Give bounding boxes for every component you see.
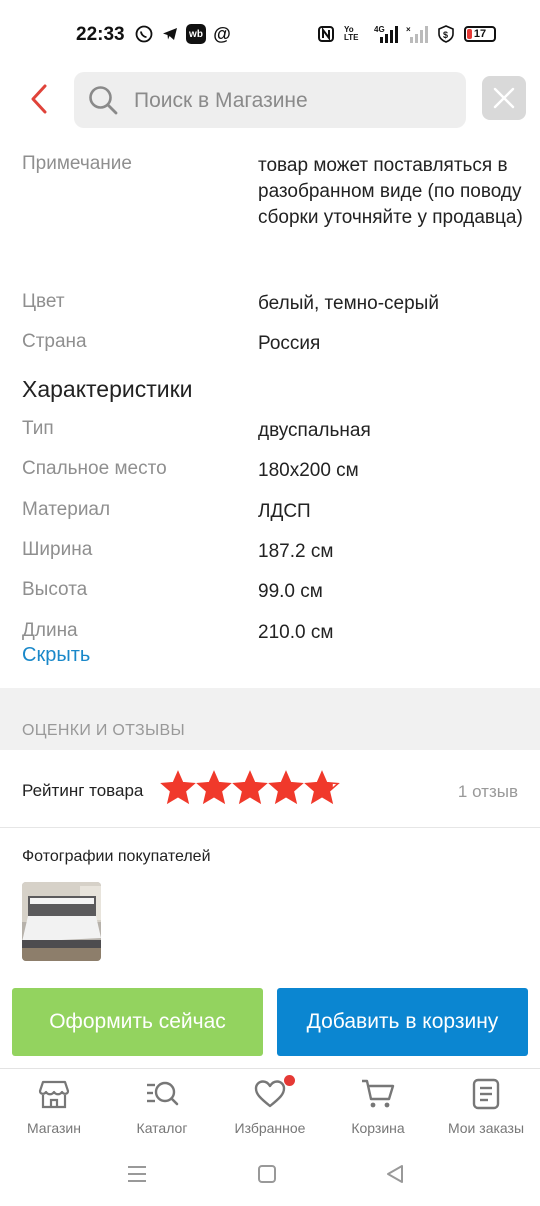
spec-label: Спальное место [22,458,167,479]
telegram-icon [160,24,180,44]
spec-label: Цвет [22,291,65,312]
signal-4g-icon: 4G [374,24,398,44]
spec-label: Высота [22,579,88,600]
shield-icon: $ [436,24,456,44]
svg-text:$: $ [443,30,448,40]
spec-label: Тип [22,418,54,439]
back-button[interactable] [24,82,54,116]
notification-icons: wb @ [134,24,232,44]
spec-row-note: Примечание товар может поставляться в ра… [22,153,523,263]
heart-icon [253,1075,295,1111]
battery-icon: 17 [464,26,496,42]
spec-row-country: Страна Россия [22,331,522,361]
characteristics-title: Характеристики [22,376,193,402]
spec-row-color: Цвет белый, темно-серый [22,291,522,321]
home-button[interactable] [252,1162,282,1186]
bottom-navigation: Магазин Каталог Избранное Корзина Мои за… [0,1068,540,1152]
spec-label: Длина [22,620,78,641]
star-icon [304,770,340,805]
spec-value: 187.2 см [258,541,334,562]
battery-level: 17 [473,28,487,40]
back-system-button[interactable] [380,1162,410,1186]
square-icon [258,1165,276,1183]
store-icon [37,1077,71,1111]
volte-icon: Yo LTE [344,25,359,42]
star-icon [196,770,232,805]
menu-lines-icon [128,1166,146,1182]
spec-value: белый, темно-серый [258,293,439,314]
bed-photo-image [22,882,101,961]
nfc-icon [316,24,336,44]
nav-label: Мои заказы [447,1120,525,1136]
section-divider [0,688,540,750]
spec-row-type: Тип двуспальная [22,418,522,448]
spec-value: Россия [258,333,321,354]
nav-item-store[interactable]: Магазин [0,1077,108,1136]
spec-label: Материал [22,499,111,520]
catalog-search-icon [145,1077,179,1111]
favorites-badge-dot [284,1075,295,1086]
spec-label: Ширина [22,539,93,560]
header: Поиск в Магазине [0,68,540,132]
whatsapp-icon [134,24,154,44]
recent-apps-button[interactable] [122,1162,152,1186]
spec-row-length: Длина 210.0 см [22,620,522,646]
close-search-button[interactable] [482,76,526,120]
spec-value: 99.0 см [258,581,323,602]
cart-icon [361,1077,395,1111]
customer-photo-thumbnail[interactable] [22,882,101,961]
customer-photos-title: Фотографии покупателей [22,848,211,865]
nav-item-cart[interactable]: Корзина [324,1077,432,1136]
status-bar: 22:33 wb @ Yo LTE 4G × $ 17 [0,0,540,70]
hide-link[interactable]: Скрыть [22,644,90,667]
rating-stars [160,770,340,806]
search-placeholder: Поиск в Магазине [134,89,308,112]
spec-label: Примечание [22,153,132,174]
buy-now-button[interactable]: Оформить сейчас [12,988,263,1056]
spec-row-width: Ширина 187.2 см [22,539,522,569]
nav-item-catalog[interactable]: Каталог [108,1077,216,1136]
spec-value: 180x200 см [258,460,359,481]
wb-icon: wb [186,24,206,44]
nav-label: Магазин [26,1120,81,1136]
search-icon [88,85,118,120]
system-navigation-bar [0,1152,540,1206]
star-icon [232,770,268,805]
nav-label: Каталог [136,1120,188,1136]
nav-item-orders[interactable]: Мои заказы [432,1077,540,1136]
spec-row-sleeping-area: Спальное место 180x200 см [22,458,522,488]
chevron-left-icon [31,84,47,114]
svg-text:4G: 4G [374,25,385,34]
close-icon [493,87,515,109]
system-icons: Yo LTE 4G × $ 17 [316,24,496,44]
rating-label: Рейтинг товара [22,781,144,800]
signal-no-service-icon: × [406,24,428,44]
spec-value: ЛДСП [258,501,311,522]
search-input[interactable]: Поиск в Магазине [74,72,466,128]
star-icon [160,770,196,805]
orders-icon [469,1077,503,1111]
reviews-header: ОЦЕНКИ И ОТЗЫВЫ [22,722,185,739]
spec-label: Страна [22,331,87,352]
nav-label: Избранное [234,1120,306,1136]
star-icon [268,770,304,805]
spec-value: двуспальная [258,420,371,441]
svg-text:×: × [406,25,411,34]
spec-row-height: Высота 99.0 см [22,579,522,609]
add-to-cart-button[interactable]: Добавить в корзину [277,988,528,1056]
rating-row[interactable]: Рейтинг товара 1 отзыв [0,750,540,828]
nav-label: Корзина [351,1120,405,1136]
review-count: 1 отзыв [457,782,518,801]
spec-value: товар может поставляться в разобранном в… [258,155,523,228]
nav-item-favorites[interactable]: Избранное [216,1075,324,1136]
at-icon: @ [213,23,231,44]
triangle-back-icon [387,1165,403,1183]
status-time: 22:33 [76,24,125,45]
spec-row-material: Материал ЛДСП [22,499,522,529]
spec-value: 210.0 см [258,622,334,643]
